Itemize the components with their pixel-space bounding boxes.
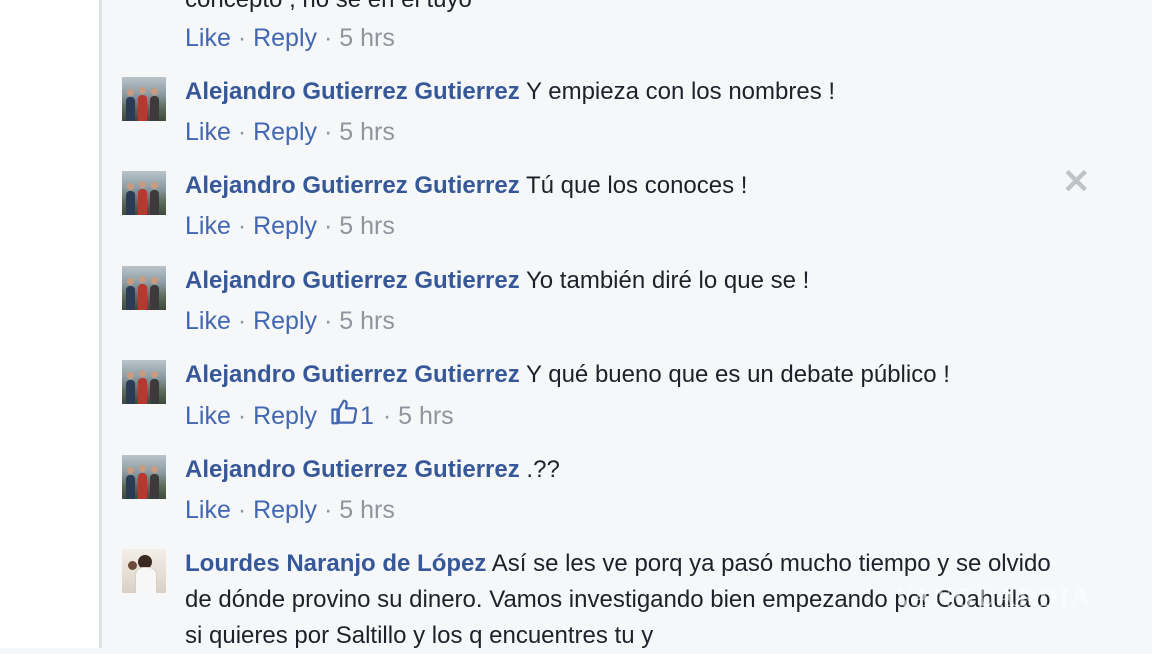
avatar[interactable] — [122, 455, 166, 499]
comment-author[interactable]: Alejandro Gutierrez Gutierrez — [185, 78, 520, 105]
separator: · — [230, 307, 254, 335]
comment-text: Y qué bueno que es un debate público ! — [525, 361, 950, 388]
comment-author[interactable]: Alejandro Gutierrez Gutierrez — [185, 267, 520, 294]
comment-body: Alejandro Gutierrez Gutierrez .?? — [185, 452, 1062, 488]
reply-link[interactable]: Reply — [253, 24, 317, 52]
comment-author[interactable]: Alejandro Gutierrez Gutierrez — [185, 361, 520, 388]
comment-actions: Like · Reply · 5 hrs — [185, 114, 395, 150]
comment-actions: Like · Reply · 5 hrs — [185, 303, 395, 339]
comment-body: Alejandro Gutierrez Gutierrez Tú que los… — [185, 168, 1062, 204]
timestamp[interactable]: 5 hrs — [339, 307, 395, 335]
comment-body: Alejandro Gutierrez Gutierrez Yo también… — [185, 263, 1062, 299]
like-link[interactable]: Like — [185, 118, 231, 146]
comment-text: Yo también diré lo que se ! — [525, 267, 810, 294]
timestamp[interactable]: 5 hrs — [339, 118, 395, 146]
separator: · — [375, 402, 399, 430]
comment-actions: Like · Reply · 5 hrs — [185, 20, 395, 56]
like-link[interactable]: Like — [185, 496, 231, 524]
separator: · — [230, 496, 254, 524]
watermark-logo: VANGUARDIA — [895, 583, 1093, 612]
comment-actions: Like · Reply 1 · 5 hrs — [185, 397, 454, 434]
separator: · — [317, 307, 340, 335]
close-icon[interactable]: ✕ — [1062, 165, 1091, 199]
timestamp[interactable]: 5 hrs — [398, 402, 454, 430]
comment-author[interactable]: Alejandro Gutierrez Gutierrez — [185, 172, 520, 199]
comment-author[interactable]: Lourdes Naranjo de López — [185, 550, 486, 577]
thumbs-up-icon[interactable] — [330, 397, 360, 427]
like-link[interactable]: Like — [185, 212, 231, 240]
comment-thread: concepto , no se en el tuyo Like · Reply… — [0, 0, 1152, 649]
like-link[interactable]: Like — [185, 307, 231, 335]
timestamp[interactable]: 5 hrs — [339, 496, 395, 524]
separator: · — [317, 212, 340, 240]
separator: · — [230, 118, 254, 146]
comment-body: Alejandro Gutierrez Gutierrez Y empieza … — [185, 74, 1062, 110]
timestamp[interactable]: 5 hrs — [339, 24, 395, 52]
comment-actions: Like · Reply · 5 hrs — [185, 208, 395, 244]
avatar[interactable] — [122, 266, 166, 310]
comment-text: concepto , no se en el tuyo — [185, 0, 1062, 18]
separator: · — [230, 212, 254, 240]
reply-link[interactable]: Reply — [253, 496, 317, 524]
like-link[interactable]: Like — [185, 24, 231, 52]
timestamp[interactable]: 5 hrs — [339, 212, 395, 240]
reply-link[interactable]: Reply — [253, 118, 317, 146]
comment-text: Tú que los conoces ! — [525, 172, 748, 199]
comment-body: Alejandro Gutierrez Gutierrez Y qué buen… — [185, 357, 1062, 393]
comment-author[interactable]: Alejandro Gutierrez Gutierrez — [185, 456, 520, 483]
separator: · — [230, 24, 254, 52]
comment-text: Y empieza con los nombres ! — [525, 78, 836, 105]
avatar[interactable] — [122, 77, 166, 121]
separator: · — [317, 24, 340, 52]
comment-actions: Like · Reply · 5 hrs — [185, 492, 395, 528]
like-count[interactable]: 1 — [360, 402, 374, 430]
avatar[interactable] — [122, 360, 166, 404]
like-link[interactable]: Like — [185, 402, 231, 430]
avatar[interactable] — [122, 171, 166, 215]
reply-link[interactable]: Reply — [253, 307, 317, 335]
reply-link[interactable]: Reply — [253, 402, 317, 430]
reply-link[interactable]: Reply — [253, 212, 317, 240]
comment-text-tail: concepto , no se en el tuyo — [185, 0, 472, 13]
avatar[interactable] — [122, 549, 166, 593]
comment-text: .?? — [526, 456, 560, 483]
separator: · — [317, 118, 340, 146]
separator: · — [317, 496, 340, 524]
separator: · — [230, 402, 254, 430]
